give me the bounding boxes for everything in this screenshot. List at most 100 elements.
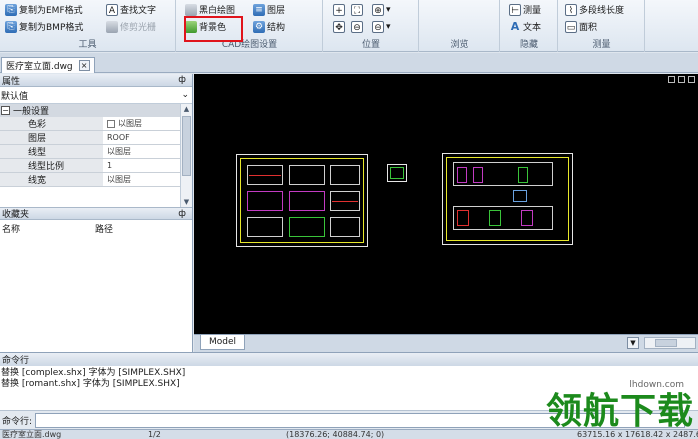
- polyline-length-button[interactable]: ⌇ 多段线长度: [565, 2, 624, 17]
- text-button[interactable]: A 文本: [509, 19, 541, 34]
- trim-raster-button[interactable]: 修剪光栅: [106, 19, 156, 34]
- property-row[interactable]: 图层 ROOF: [0, 131, 180, 145]
- group-caption-browse: 浏览: [450, 40, 469, 50]
- cabinet-outline: [457, 210, 469, 226]
- scroll-thumb[interactable]: [655, 339, 677, 347]
- chevron-down-icon: ▾: [386, 4, 391, 15]
- fit-icon: ⛶: [351, 3, 363, 16]
- zoom-out-icon: ⊖: [372, 20, 384, 33]
- area-icon: ▭: [565, 20, 577, 33]
- structure-button[interactable]: ⚙ 结构: [253, 19, 285, 34]
- horizontal-scrollbar[interactable]: [644, 337, 696, 349]
- column-name[interactable]: 名称: [0, 222, 95, 235]
- ribbon-group-browse: 浏览: [420, 0, 500, 52]
- red-line: [332, 201, 358, 202]
- red-line: [249, 175, 281, 176]
- pan-button[interactable]: ✥: [333, 19, 345, 34]
- document-tab[interactable]: 医疗室立面.dwg ×: [1, 57, 95, 73]
- polyline-icon: ⌇: [565, 3, 577, 16]
- ribbon-group-measure: ⌇ 多段线长度 ▭ 面积 测量: [559, 0, 645, 52]
- elevation-view: [247, 191, 283, 211]
- measure-button[interactable]: ⊢ 测量: [509, 2, 541, 17]
- fit-button[interactable]: ⛶: [351, 2, 363, 17]
- zoom-window-icon: +: [333, 3, 345, 16]
- watermark-site: lhdown.com: [627, 380, 686, 390]
- elevation-view: [289, 217, 325, 237]
- elevation-view: [289, 191, 325, 211]
- command-header: 命令行: [0, 352, 698, 366]
- copy-icon: ⎘: [5, 20, 17, 33]
- find-text-icon: A: [106, 3, 118, 16]
- copy-bmp-button[interactable]: ⎘ 复制为BMP格式: [5, 19, 83, 34]
- property-grid: − 一般设置 色彩 以图层 图层 ROOF 线型 以图层 线型比例 1 线宽 以图层 ▲ …: [0, 104, 192, 207]
- properties-dropdown[interactable]: 默认值 ⌄: [0, 87, 192, 104]
- structure-icon: ⚙: [253, 20, 265, 33]
- favorites-columns: 名称 路径: [0, 220, 192, 237]
- elevation-view: [330, 217, 360, 237]
- cabinet-outline: [473, 167, 483, 183]
- minimize-icon[interactable]: [668, 76, 675, 83]
- pin-icon[interactable]: ф: [178, 75, 186, 85]
- layers-button[interactable]: ≡ 图层: [253, 2, 285, 17]
- chevron-down-icon[interactable]: ▼: [181, 197, 192, 207]
- group-caption-tools: 工具: [78, 40, 97, 50]
- property-scrollbar[interactable]: ▲ ▼: [180, 104, 192, 207]
- command-output-line: 替换 [complex.shx] 字体为 [SIMPLEX.SHX]: [1, 368, 186, 378]
- ribbon-group-position: + ⛶ ⊕ ▾ ✥ ⊖ ⊖ ▾ 位置: [324, 0, 419, 52]
- zoom-in-button[interactable]: ⊕ ▾: [372, 2, 391, 17]
- zoom-prev-button[interactable]: ⊖: [351, 19, 363, 34]
- drawing-sheet: [236, 154, 368, 247]
- model-tab[interactable]: Model: [200, 335, 246, 350]
- cabinet-outline: [518, 167, 528, 183]
- drawing-canvas[interactable]: [194, 74, 698, 334]
- drawing-sheet: [442, 153, 573, 245]
- group-caption-position: 位置: [361, 40, 380, 50]
- detail-frame: [390, 167, 404, 179]
- category-general[interactable]: − 一般设置: [0, 104, 180, 117]
- copy-icon: ⎘: [5, 3, 17, 16]
- highlight-box: [184, 16, 243, 42]
- zoom-in-icon: ⊕: [372, 3, 384, 16]
- property-row[interactable]: 色彩 以图层: [0, 117, 180, 131]
- favorites-title: 收藏夹: [2, 210, 30, 220]
- status-page: 1/2: [148, 430, 161, 439]
- zoom-out-button[interactable]: ⊖ ▾: [372, 19, 391, 34]
- restore-icon[interactable]: [678, 76, 685, 83]
- text-icon: A: [510, 19, 520, 33]
- close-icon[interactable]: [688, 76, 695, 83]
- chevron-up-icon[interactable]: ▲: [181, 104, 192, 114]
- black-white-icon: [185, 3, 197, 16]
- watermark: lhdown.com 领航下载: [538, 380, 698, 432]
- color-swatch: [107, 119, 115, 128]
- find-text-button[interactable]: A 查找文字: [106, 2, 156, 17]
- property-row[interactable]: 线型 以图层: [0, 145, 180, 159]
- zoom-window-button[interactable]: +: [333, 2, 345, 17]
- black-white-button[interactable]: 黑白绘图: [185, 2, 235, 17]
- ruler-icon: ⊢: [509, 3, 521, 16]
- chevron-down-icon: ⌄: [181, 90, 189, 100]
- property-row[interactable]: 线宽 以图层: [0, 173, 180, 187]
- elevation-view: [247, 217, 283, 237]
- layout-tab-bar: Model ▼: [194, 334, 698, 352]
- cabinet-outline: [521, 210, 533, 226]
- zoom-previous-icon: ⊖: [351, 20, 363, 33]
- chevron-down-icon: ▼: [630, 339, 636, 347]
- column-path[interactable]: 路径: [95, 222, 113, 235]
- ribbon-group-hidden: ⊢ 测量 A 文本 隐藏: [501, 0, 558, 52]
- collapse-icon[interactable]: −: [1, 106, 10, 115]
- pin-icon[interactable]: ф: [178, 209, 186, 219]
- area-button[interactable]: ▭ 面积: [565, 19, 597, 34]
- detail-sheet: [387, 164, 407, 182]
- scroll-thumb[interactable]: [182, 116, 191, 176]
- cabinet-outline: [489, 210, 501, 226]
- close-tab-button[interactable]: ×: [78, 60, 90, 71]
- elevation-view: [330, 165, 360, 185]
- status-file: 医疗室立面.dwg: [2, 430, 62, 439]
- group-caption-measure: 测量: [592, 40, 611, 50]
- elevation-view: [453, 162, 553, 186]
- elevation-view: [289, 165, 325, 185]
- layout-dropdown[interactable]: ▼: [627, 337, 639, 349]
- document-tab-bar: 医疗室立面.dwg ×: [0, 53, 698, 73]
- copy-emf-button[interactable]: ⎘ 复制为EMF格式: [5, 2, 83, 17]
- property-row[interactable]: 线型比例 1: [0, 159, 180, 173]
